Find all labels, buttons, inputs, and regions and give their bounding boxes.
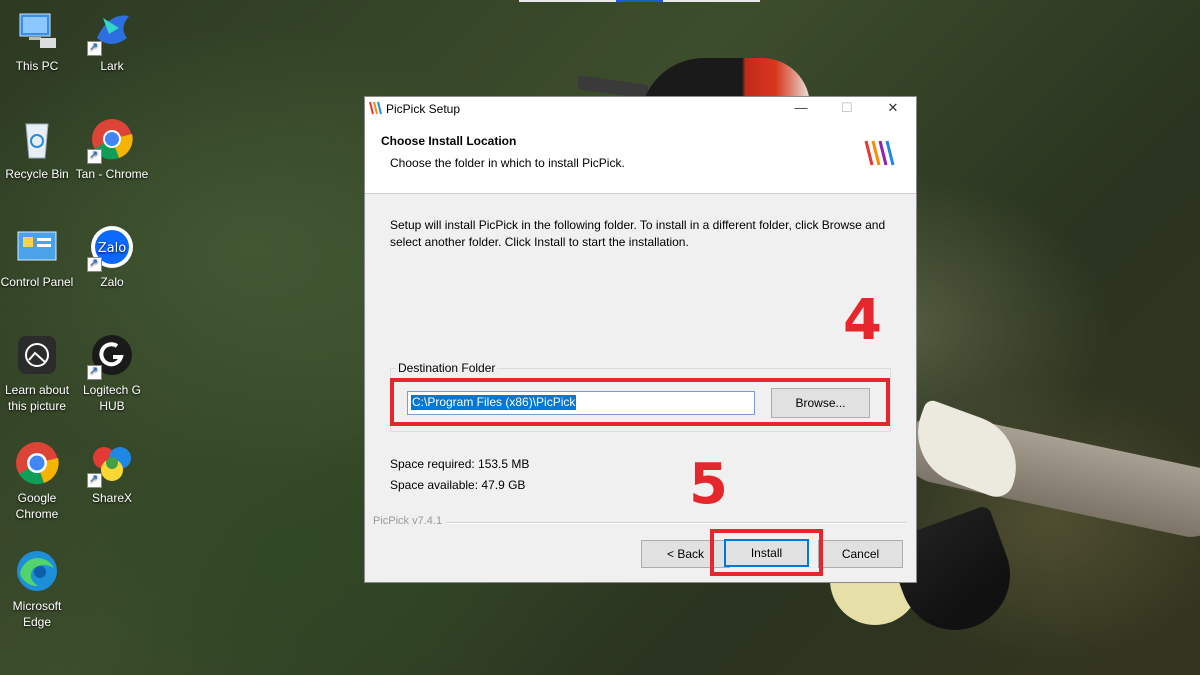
svg-text:Zalo: Zalo <box>98 241 126 256</box>
desktop-icon-zalo[interactable]: Zalo Zalo <box>75 224 149 290</box>
desktop-icon-logitech[interactable]: Logitech G HUB <box>75 332 149 414</box>
dialog-header: Choose Install Location Choose the folde… <box>365 121 916 194</box>
space-available: Space available: 47.9 GB <box>390 478 526 492</box>
taskbar-edge <box>519 0 760 2</box>
header-title: Choose Install Location <box>381 134 517 148</box>
install-description: Setup will install PicPick in the follow… <box>390 218 886 249</box>
logitech-icon <box>87 332 135 380</box>
desktop-icon-control-panel[interactable]: Control Panel <box>0 224 74 290</box>
desktop-icon-recycle-bin[interactable]: Recycle Bin <box>0 116 74 182</box>
picpick-header-logo-icon <box>864 140 895 166</box>
step-5-label: 5 <box>689 452 728 517</box>
desktop-icon-learn-about-picture[interactable]: Learn about this picture <box>0 332 74 414</box>
desktop-icon-google-chrome[interactable]: Google Chrome <box>0 440 74 522</box>
desktop-icon-tan-chrome[interactable]: Tan - Chrome <box>75 116 149 182</box>
desktop-icon-edge[interactable]: Microsoft Edge <box>0 548 74 630</box>
space-required: Space required: 153.5 MB <box>390 457 530 471</box>
shortcut-arrow-icon <box>87 363 102 380</box>
destination-legend: Destination Folder <box>396 361 498 375</box>
highlight-install-box <box>710 529 823 576</box>
version-label: PicPick v7.4.1 <box>373 515 443 527</box>
maximize-button[interactable]: ☐ <box>824 97 870 121</box>
taskbar-active-segment <box>616 0 663 2</box>
chrome-icon <box>87 116 135 164</box>
cancel-button[interactable]: Cancel <box>818 540 903 568</box>
shortcut-arrow-icon <box>87 147 102 164</box>
zalo-icon: Zalo <box>87 224 135 272</box>
lark-icon <box>87 8 135 56</box>
learn-picture-icon <box>14 332 60 378</box>
shortcut-arrow-icon <box>87 255 102 272</box>
computer-icon <box>14 8 60 54</box>
minimize-button[interactable]: — <box>778 97 824 121</box>
recycle-bin-icon <box>14 116 60 162</box>
picpick-logo-icon <box>369 101 382 115</box>
edge-icon <box>14 548 60 594</box>
title-bar[interactable]: PicPick Setup — ☐ ✕ <box>365 97 916 121</box>
sharex-icon <box>87 440 135 488</box>
step-4-label: 4 <box>843 288 882 353</box>
footer-divider <box>447 522 906 524</box>
header-subtitle: Choose the folder in which to install Pi… <box>390 156 625 170</box>
setup-dialog: PicPick Setup — ☐ ✕ Choose Install Locat… <box>364 96 917 583</box>
highlight-destination-box <box>390 378 890 426</box>
chrome-icon <box>14 440 60 486</box>
dialog-title: PicPick Setup <box>386 102 461 116</box>
shortcut-arrow-icon <box>87 39 102 56</box>
close-button[interactable]: ✕ <box>870 97 916 121</box>
shortcut-arrow-icon <box>87 471 102 488</box>
control-panel-icon <box>14 224 60 270</box>
bird-wing <box>903 398 1031 502</box>
desktop-icon-sharex[interactable]: ShareX <box>75 440 149 506</box>
desktop-icon-lark[interactable]: Lark <box>75 8 149 74</box>
desktop-icon-this-pc[interactable]: This PC <box>0 8 74 74</box>
